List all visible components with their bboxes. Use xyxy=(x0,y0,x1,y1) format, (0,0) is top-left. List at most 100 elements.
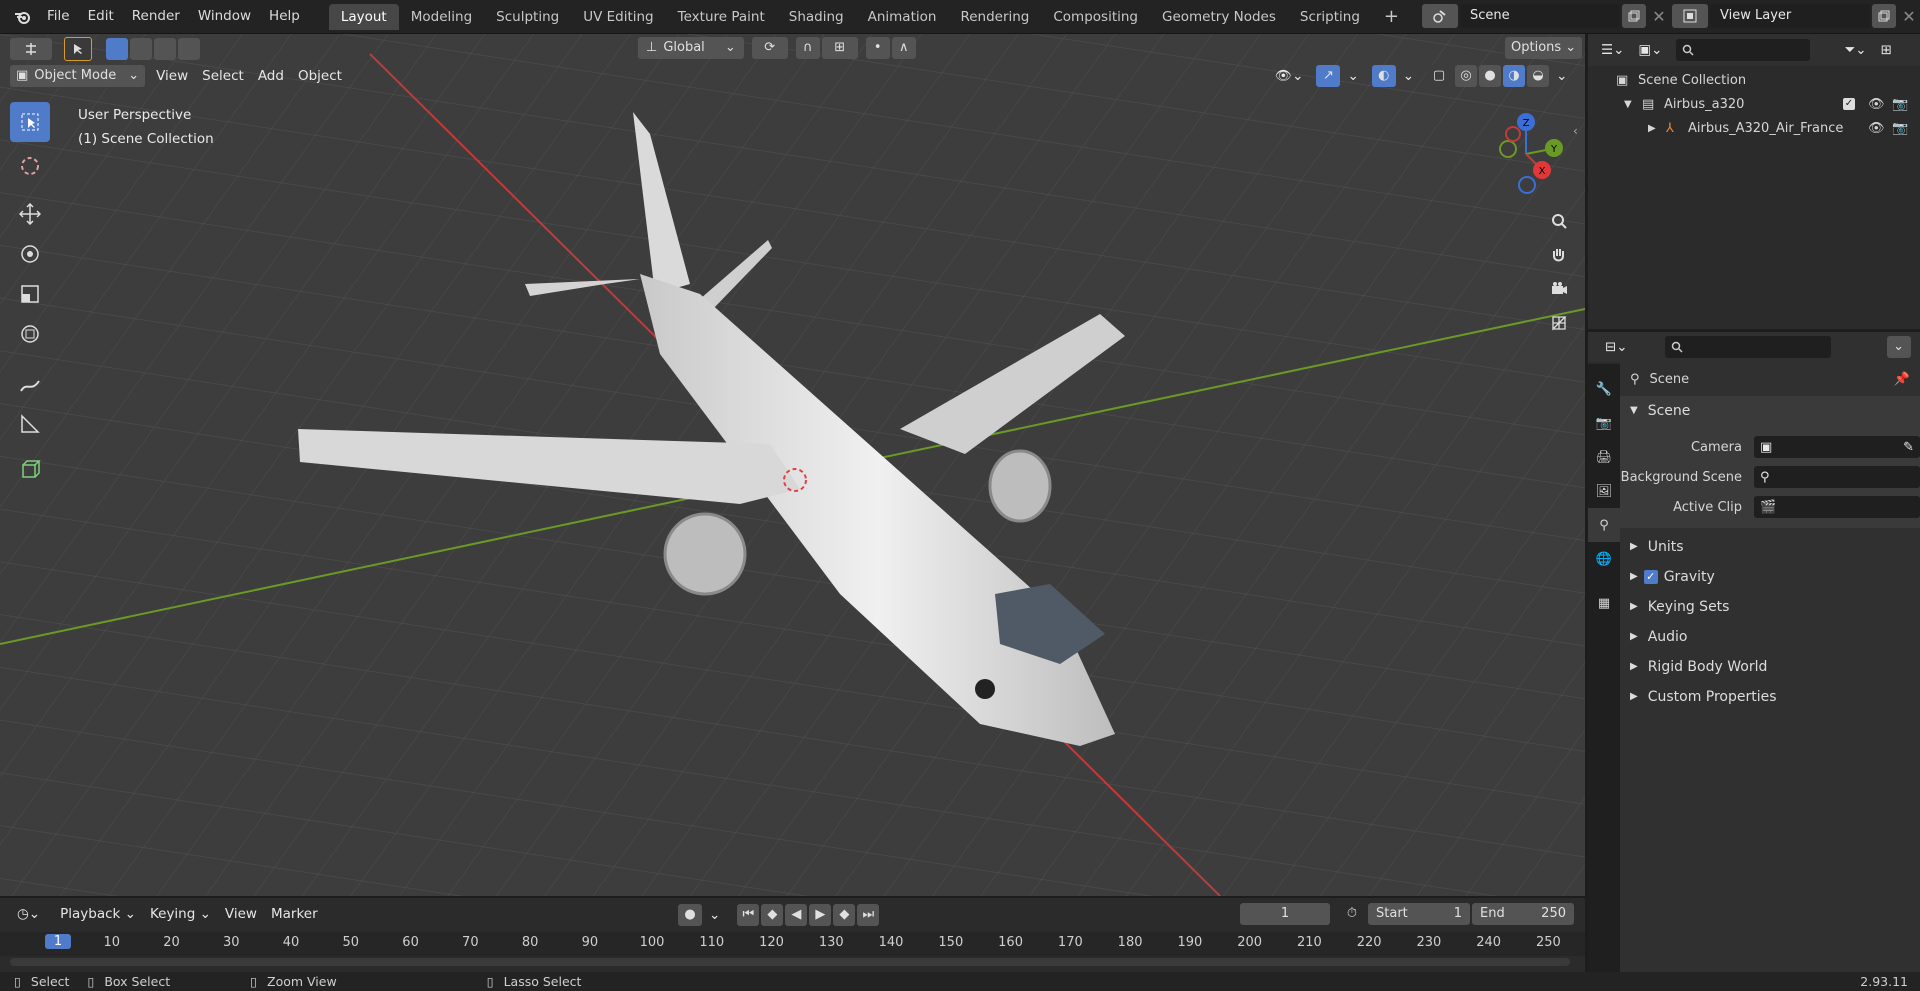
falloff-icon[interactable]: ∧ xyxy=(891,37,916,59)
ortho-grid-icon[interactable] xyxy=(1544,306,1574,340)
tab-sculpting[interactable]: Sculpting xyxy=(484,4,571,30)
camera-field[interactable]: ▣ ✎ xyxy=(1754,436,1920,458)
gizmo-neg-z-handle[interactable] xyxy=(1518,176,1536,194)
world-tab-icon[interactable]: 🌐 xyxy=(1588,542,1620,576)
transform-tool-icon[interactable] xyxy=(10,314,50,354)
tab-texture-paint[interactable]: Texture Paint xyxy=(666,4,777,30)
filter-icon[interactable]: ⏷⌄ xyxy=(1838,38,1874,62)
start-frame-field[interactable]: Start 1 xyxy=(1368,903,1470,925)
pivot-point-icon[interactable]: ⟳ xyxy=(751,37,788,59)
proportional-edit-icon[interactable]: • xyxy=(865,37,890,59)
playback-menu[interactable]: Playback ⌄ xyxy=(53,902,143,926)
expand-arrow-icon[interactable]: ▼ xyxy=(1624,99,1642,110)
add-cube-tool-icon[interactable] xyxy=(10,450,50,490)
outliner-root-row[interactable]: ▣ Scene Collection xyxy=(1616,68,1746,92)
menu-render[interactable]: Render xyxy=(123,0,189,33)
menu-help[interactable]: Help xyxy=(260,0,309,33)
menu-file[interactable]: File xyxy=(38,0,79,33)
jump-end-icon[interactable]: ⏭ xyxy=(857,904,880,926)
record-icon[interactable]: ● xyxy=(678,904,702,926)
view-layer-name-field[interactable]: View Layer xyxy=(1710,4,1870,28)
snap-target-icon[interactable]: ⊞ xyxy=(821,37,858,59)
tab-compositing[interactable]: Compositing xyxy=(1041,4,1150,30)
tool-tab-icon[interactable]: 🔧 xyxy=(1588,372,1620,406)
tab-modeling[interactable]: Modeling xyxy=(399,4,484,30)
view-layer-icon[interactable] xyxy=(1672,4,1708,28)
blender-logo-icon[interactable] xyxy=(8,0,38,33)
collapse-sidebar-icon[interactable]: ‹ xyxy=(1573,124,1578,138)
background-scene-field[interactable]: ⚲ xyxy=(1754,466,1920,488)
measure-tool-icon[interactable] xyxy=(10,404,50,444)
mode-dropdown[interactable]: ▣ Object Mode ⌄ xyxy=(10,65,146,87)
exclude-checkbox[interactable]: ✓ xyxy=(1843,98,1855,110)
gizmo-neg-x-handle[interactable] xyxy=(1505,126,1521,142)
select-box-tool-icon[interactable] xyxy=(10,102,50,142)
xray-icon[interactable]: ▢ xyxy=(1427,65,1452,87)
menu-view[interactable]: View xyxy=(149,64,195,88)
menu-add[interactable]: Add xyxy=(251,64,291,88)
end-frame-field[interactable]: End 250 xyxy=(1472,903,1574,925)
jump-start-icon[interactable]: ⏮ xyxy=(737,904,760,926)
properties-editor-icon[interactable]: ⊟⌄ xyxy=(1598,335,1635,359)
eye-icon[interactable]: 👁 xyxy=(1868,97,1885,112)
new-collection-icon[interactable]: ⊞ xyxy=(1874,38,1899,62)
pin-icon[interactable]: 📌 xyxy=(1894,372,1910,387)
gravity-panel-header[interactable]: ▶ ✓ Gravity xyxy=(1620,562,1920,592)
select-new-icon[interactable] xyxy=(106,38,128,60)
camera-render-icon[interactable]: 📷 xyxy=(1892,97,1908,112)
properties-search-input[interactable] xyxy=(1664,336,1831,358)
pan-hand-icon[interactable] xyxy=(1544,238,1574,272)
transform-orientation-dropdown[interactable]: ⊥ Global ⌄ xyxy=(638,37,744,59)
scene-panel-header[interactable]: ▼ Scene xyxy=(1620,396,1920,426)
menu-select[interactable]: Select xyxy=(195,64,251,88)
outliner-editor-icon[interactable]: ☰⌄ xyxy=(1594,38,1631,62)
close-scene-icon[interactable]: ✕ xyxy=(1648,4,1670,28)
close-view-layer-icon[interactable]: ✕ xyxy=(1898,4,1920,28)
overlay-toggle-icon[interactable]: ◐ xyxy=(1371,65,1396,87)
chevron-down-icon[interactable]: ⌄ xyxy=(1549,64,1574,88)
timeline-scrollbar[interactable] xyxy=(10,958,1570,966)
menu-edit[interactable]: Edit xyxy=(79,0,123,33)
options-dropdown[interactable]: Options ⌄ xyxy=(1505,37,1583,59)
timeline-view-menu[interactable]: View xyxy=(218,902,264,926)
navigation-gizmo[interactable]: Z Y X xyxy=(1478,104,1568,204)
menu-object[interactable]: Object xyxy=(291,64,349,88)
active-clip-field[interactable]: 🎬 xyxy=(1754,496,1920,518)
keying-sets-panel-header[interactable]: ▶ Keying Sets xyxy=(1620,592,1920,622)
view-layer-selector[interactable]: View Layer ✕ xyxy=(1672,4,1920,28)
add-workspace-button[interactable]: + xyxy=(1372,4,1411,30)
visibility-icon[interactable]: 👁⌄ xyxy=(1268,64,1310,88)
rigid-body-world-panel-header[interactable]: ▶ Rigid Body World xyxy=(1620,652,1920,682)
cursor-tool-icon[interactable] xyxy=(10,146,50,186)
scene-tab-icon[interactable]: ⚲ xyxy=(1588,508,1620,542)
viewport-canvas[interactable] xyxy=(0,34,1585,896)
scene-name-field[interactable]: Scene xyxy=(1460,4,1620,28)
play-icon[interactable]: ▶ xyxy=(809,904,832,926)
tab-layout[interactable]: Layout xyxy=(328,4,399,30)
outliner-search-input[interactable] xyxy=(1675,39,1810,61)
custom-properties-panel-header[interactable]: ▶ Custom Properties xyxy=(1620,682,1920,712)
outliner-row-collection[interactable]: ▼ ▤ Airbus_a320 ✓ 👁 📷 xyxy=(1588,92,1920,116)
tab-animation[interactable]: Animation xyxy=(856,4,949,30)
view-layer-tab-icon[interactable]: 🖼 xyxy=(1588,474,1620,508)
stopwatch-icon[interactable]: ⏱ xyxy=(1342,903,1362,925)
zoom-icon[interactable] xyxy=(1544,204,1574,238)
chevron-down-icon[interactable]: ⌄ xyxy=(1886,336,1911,358)
solid-shading-icon[interactable]: ● xyxy=(1479,65,1502,87)
move-tool-icon[interactable] xyxy=(10,194,50,234)
rotate-tool-icon[interactable] xyxy=(10,234,50,274)
select-intersect-icon[interactable] xyxy=(178,38,200,60)
wireframe-shading-icon[interactable]: ◎ xyxy=(1455,65,1478,87)
units-panel-header[interactable]: ▶ Units xyxy=(1620,532,1920,562)
tab-geometry-nodes[interactable]: Geometry Nodes xyxy=(1150,4,1288,30)
tab-rendering[interactable]: Rendering xyxy=(948,4,1041,30)
output-tab-icon[interactable]: 🖨 xyxy=(1588,440,1620,474)
3d-viewport[interactable]: ⊥ Global ⌄ ⟳ ∩ ⊞ • ∧ Options ⌄ ▣ Object … xyxy=(0,34,1585,896)
prev-keyframe-icon[interactable]: ◆ xyxy=(761,904,784,926)
select-tool-icon[interactable] xyxy=(64,37,92,61)
display-mode-icon[interactable]: ▣⌄ xyxy=(1631,38,1669,62)
texture-tab-icon[interactable]: ▦ xyxy=(1588,586,1620,620)
gizmo-toggle-icon[interactable]: ↗ xyxy=(1316,65,1341,87)
scene-icon[interactable] xyxy=(1422,4,1458,28)
next-keyframe-icon[interactable]: ◆ xyxy=(833,904,856,926)
